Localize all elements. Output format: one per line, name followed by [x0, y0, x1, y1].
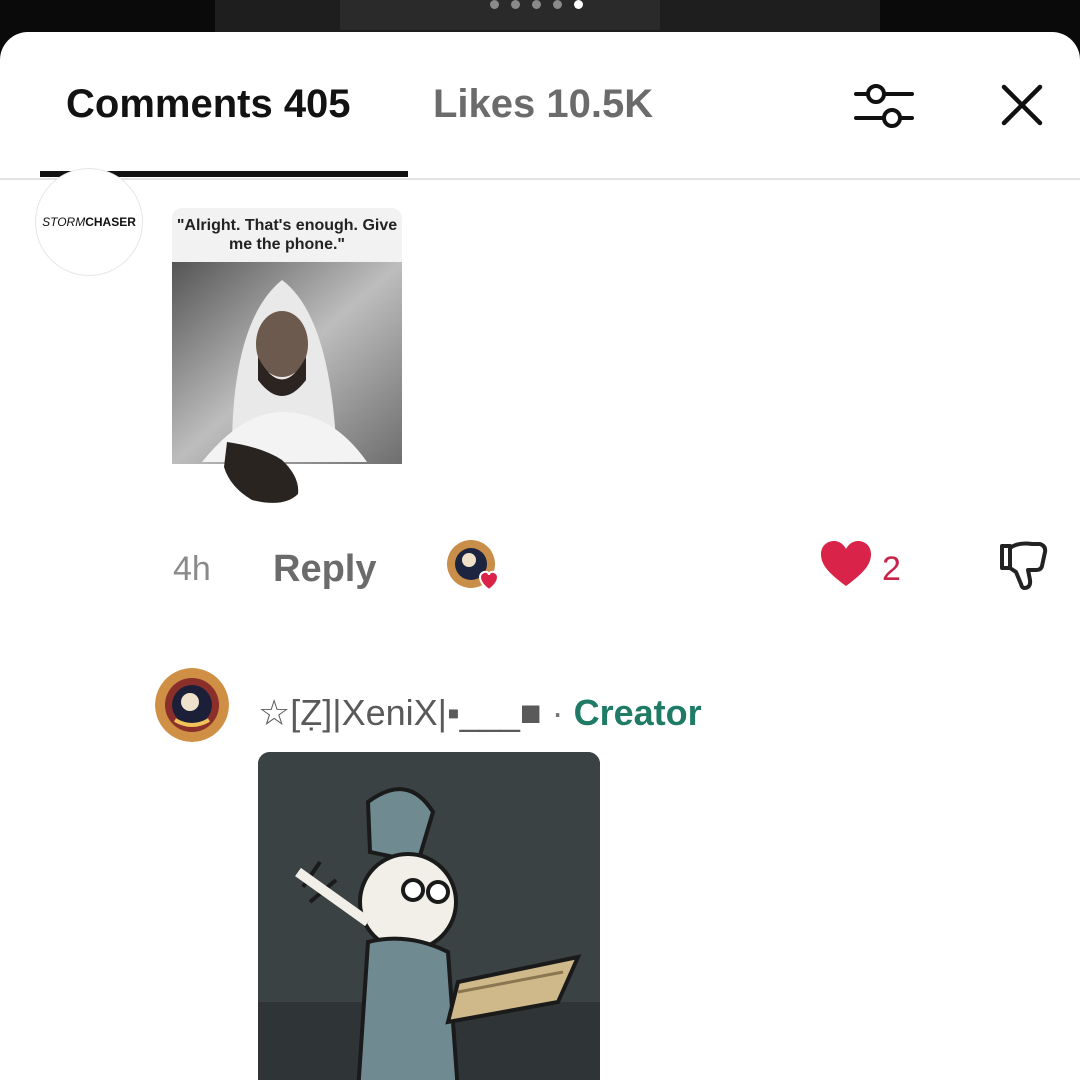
reply-button[interactable]: Reply [273, 548, 376, 591]
tab-likes[interactable]: Likes 10.5K [433, 82, 653, 127]
meme-illustration [172, 262, 402, 503]
separator: · [541, 692, 574, 733]
comment-image[interactable]: "Alright. That's enough. Give me the pho… [172, 208, 402, 508]
creator-avatar[interactable] [155, 668, 229, 742]
pager-dot[interactable] [553, 0, 562, 9]
username[interactable]: ☆[Ẓ]|XeniX|▪___■ [258, 692, 542, 733]
thumbs-down-icon[interactable] [996, 538, 1050, 592]
like-count: 2 [882, 550, 901, 588]
creator-heart-avatar-icon [447, 540, 499, 592]
comment-actions: 4h Reply 2 [0, 540, 1080, 610]
pager-dots [490, 0, 583, 9]
heart-icon[interactable] [819, 540, 873, 588]
avatar-text: STORM [42, 215, 86, 229]
tab-comments[interactable]: Comments 405 [66, 82, 351, 127]
sliders-icon[interactable] [852, 76, 916, 136]
comments-sheet: Comments 405 Likes 10.5K STORM CHASER "Al… [0, 32, 1080, 1080]
pager-dot[interactable] [511, 0, 520, 9]
comments-list[interactable]: STORM CHASER "Alright. That's enough. Giv… [0, 168, 1080, 1080]
comment-image[interactable] [258, 752, 600, 1080]
avatar-text: CHASER [85, 215, 136, 229]
commenter-avatar[interactable]: STORM CHASER [35, 168, 143, 276]
comment-time: 4h [173, 550, 211, 588]
pager-dot[interactable] [532, 0, 541, 9]
image-caption: "Alright. That's enough. Give me the pho… [172, 208, 402, 262]
creator-badge: Creator [573, 692, 702, 733]
pager-dot[interactable] [490, 0, 499, 9]
pager-dot-active[interactable] [574, 0, 583, 9]
cartoon-illustration [258, 752, 600, 1080]
comment-author: ☆[Ẓ]|XeniX|▪___■ · Creator [258, 692, 702, 734]
sheet-header: Comments 405 Likes 10.5K [0, 32, 1080, 180]
close-icon[interactable] [996, 79, 1048, 131]
